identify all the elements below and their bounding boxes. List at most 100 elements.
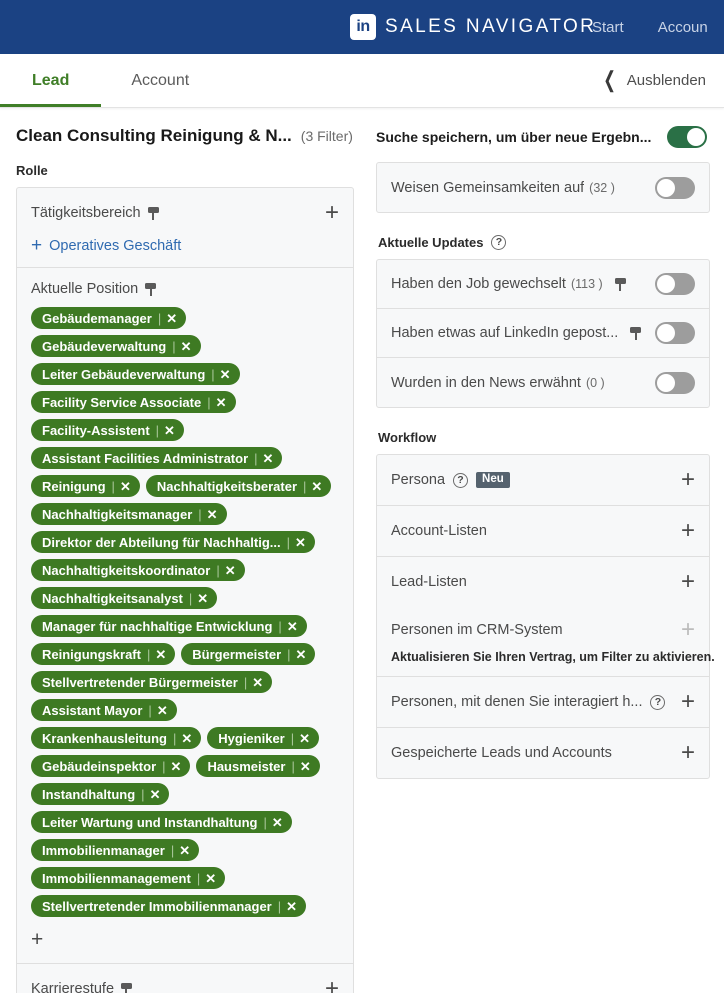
chip-remove-icon[interactable]: ✕ <box>197 592 208 605</box>
chip-remove-icon[interactable]: ✕ <box>263 452 274 465</box>
role-filter-card: Tätigkeitsbereich + + Operatives Geschäf… <box>16 187 354 993</box>
add-workflow-filter-button[interactable]: + <box>681 570 695 594</box>
position-chip[interactable]: Assistant Facilities Administrator | ✕ <box>31 447 283 469</box>
chip-remove-icon[interactable]: ✕ <box>225 564 236 577</box>
position-chip[interactable]: Nachhaltigkeitsberater | ✕ <box>145 475 332 497</box>
chip-remove-icon[interactable]: ✕ <box>171 760 182 773</box>
add-operatives-geschaeft-link[interactable]: + Operatives Geschäft <box>31 236 339 255</box>
position-chip[interactable]: Immobilienmanager | ✕ <box>31 839 200 861</box>
chip-remove-icon[interactable]: ✕ <box>311 480 322 493</box>
chip-remove-icon[interactable]: ✕ <box>216 396 227 409</box>
help-icon[interactable]: ? <box>650 694 666 710</box>
chip-remove-icon[interactable]: ✕ <box>120 480 131 493</box>
add-crm-button: + <box>680 616 695 643</box>
chip-remove-icon[interactable]: ✕ <box>181 340 192 353</box>
chip-remove-icon[interactable]: ✕ <box>296 648 307 661</box>
chip-remove-icon[interactable]: ✕ <box>272 816 283 829</box>
commonalities-label-group: Weisen Gemeinsamkeiten auf (32 ) <box>391 180 615 196</box>
chip-remove-icon[interactable]: ✕ <box>295 536 306 549</box>
chip-remove-icon[interactable]: ✕ <box>155 648 166 661</box>
chip-remove-icon[interactable]: ✕ <box>150 788 161 801</box>
hide-filters-button[interactable]: ❮ Ausblenden <box>603 54 706 107</box>
selected-position-chips: Gebäudemanager | ✕ Gebäudeverwaltung | ✕ Leite… <box>31 307 339 917</box>
save-search-toggle[interactable] <box>667 126 707 148</box>
update-filter-row[interactable]: Haben etwas auf LinkedIn gepost... <box>377 309 709 358</box>
add-workflow-filter-button[interactable]: + <box>681 468 695 492</box>
pin-icon[interactable] <box>145 282 157 296</box>
update-filter-row[interactable]: Wurden in den News erwähnt (0 ) <box>377 358 709 407</box>
chip-remove-icon[interactable]: ✕ <box>157 704 168 717</box>
position-chip[interactable]: Nachhaltigkeitsanalyst | ✕ <box>31 587 218 609</box>
position-chip[interactable]: Direktor der Abteilung für Nachhaltig...… <box>31 531 315 553</box>
commonalities-toggle[interactable] <box>655 176 695 199</box>
position-chip[interactable]: Gebäudeverwaltung | ✕ <box>31 335 201 357</box>
position-chip[interactable]: Gebäudemanager | ✕ <box>31 307 187 329</box>
help-icon[interactable]: ? <box>453 472 469 488</box>
add-position-button[interactable]: + <box>31 929 43 950</box>
help-icon[interactable]: ? <box>491 235 507 250</box>
add-taetigkeitsbereich-button[interactable]: + <box>325 201 339 225</box>
chip-remove-icon[interactable]: ✕ <box>299 732 310 745</box>
chip-remove-icon[interactable]: ✕ <box>164 424 175 437</box>
position-chip[interactable]: Leiter Wartung und Instandhaltung | ✕ <box>31 811 292 833</box>
add-workflow-filter-button[interactable]: + <box>681 690 695 714</box>
chip-remove-icon[interactable]: ✕ <box>220 368 231 381</box>
chip-remove-icon[interactable]: ✕ <box>287 620 298 633</box>
workflow-filter-row[interactable]: Persona? Neu + <box>377 455 709 506</box>
top-nav-links: Start Accoun <box>592 19 708 36</box>
update-toggle[interactable] <box>655 371 695 394</box>
add-karrierestufe-button[interactable]: + <box>325 977 339 993</box>
position-chip[interactable]: Stellvertretender Immobilienmanager | ✕ <box>31 895 307 917</box>
workflow-filter-row[interactable]: Account-Listen + <box>377 506 709 557</box>
position-chip[interactable]: Instandhaltung | ✕ <box>31 783 170 805</box>
workflow-filter-row[interactable]: Lead-Listen + <box>377 557 709 607</box>
chip-label: Nachhaltigkeitsberater <box>156 478 298 494</box>
pin-icon[interactable] <box>121 982 133 993</box>
position-chip[interactable]: Stellvertretender Bürgermeister | ✕ <box>31 671 273 693</box>
position-chip[interactable]: Leiter Gebäudeverwaltung | ✕ <box>31 363 240 385</box>
section-header: Aktuelle Position <box>31 281 339 297</box>
position-chip[interactable]: Reinigungskraft | ✕ <box>31 643 176 665</box>
update-toggle[interactable] <box>655 273 695 295</box>
position-chip[interactable]: Hygieniker | ✕ <box>207 727 320 749</box>
workflow-filter-row[interactable]: Gespeicherte Leads und Accounts + <box>377 728 709 778</box>
add-workflow-filter-button[interactable]: + <box>681 741 695 765</box>
chip-remove-icon[interactable]: ✕ <box>205 872 216 885</box>
workflow-filter-row[interactable]: Personen, mit denen Sie interagiert h...… <box>377 677 709 728</box>
position-chip[interactable]: Assistant Mayor | ✕ <box>31 699 177 721</box>
position-chip[interactable]: Immobilienmanagement | ✕ <box>31 867 226 889</box>
chip-remove-icon[interactable]: ✕ <box>286 900 297 913</box>
chip-label: Krankenhausleitung <box>42 730 167 746</box>
nav-link-start[interactable]: Start <box>592 19 624 36</box>
pin-icon[interactable] <box>630 326 642 340</box>
position-chip[interactable]: Bürgermeister | ✕ <box>181 643 316 665</box>
add-workflow-filter-button[interactable]: + <box>681 519 695 543</box>
position-chip[interactable]: Facility Service Associate | ✕ <box>31 391 236 413</box>
commonalities-row[interactable]: Weisen Gemeinsamkeiten auf (32 ) <box>377 163 709 212</box>
position-chip[interactable]: Hausmeister | ✕ <box>196 755 320 777</box>
brand-logo-group[interactable]: in SALES NAVIGATOR <box>350 14 596 40</box>
chip-remove-icon[interactable]: ✕ <box>179 844 190 857</box>
position-chip[interactable]: Krankenhausleitung | ✕ <box>31 727 202 749</box>
position-chip[interactable]: Facility-Assistent | ✕ <box>31 419 184 441</box>
tab-account[interactable]: Account <box>127 54 193 107</box>
position-chip[interactable]: Nachhaltigkeitskoordinator | ✕ <box>31 559 245 581</box>
position-chip[interactable]: Reinigung | ✕ <box>31 475 140 497</box>
chip-remove-icon[interactable]: ✕ <box>207 508 218 521</box>
pin-icon[interactable] <box>614 277 626 291</box>
pin-icon[interactable] <box>147 206 159 220</box>
nav-link-accounts[interactable]: Accoun <box>658 19 708 36</box>
chip-remove-icon[interactable]: ✕ <box>300 760 311 773</box>
update-toggle[interactable] <box>655 322 695 344</box>
workflow-label-group: Gespeicherte Leads und Accounts <box>391 745 612 761</box>
position-chip[interactable]: Gebäudeinspektor | ✕ <box>31 755 191 777</box>
chip-divider: | <box>287 646 291 662</box>
chip-remove-icon[interactable]: ✕ <box>181 732 192 745</box>
chip-remove-icon[interactable]: ✕ <box>166 312 177 325</box>
position-chip[interactable]: Manager für nachhaltige Entwicklung | ✕ <box>31 615 307 637</box>
chip-remove-icon[interactable]: ✕ <box>252 676 263 689</box>
chip-divider: | <box>263 814 267 830</box>
position-chip[interactable]: Nachhaltigkeitsmanager | ✕ <box>31 503 227 525</box>
update-filter-row[interactable]: Haben den Job gewechselt (113 ) <box>377 260 709 309</box>
tab-lead[interactable]: Lead <box>0 54 102 107</box>
